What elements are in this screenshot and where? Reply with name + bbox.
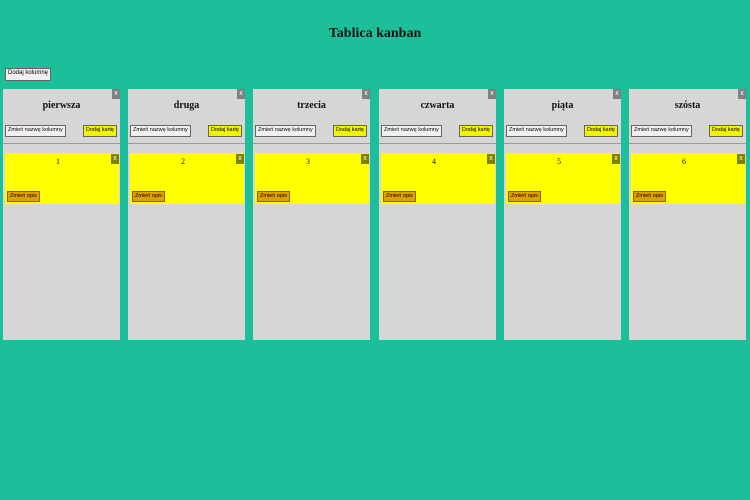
kanban-card: x 1 Zmień opis <box>5 153 119 204</box>
board-title: Tablica kanban <box>328 26 422 41</box>
card-close-button[interactable]: x <box>487 154 495 164</box>
kanban-column: x pierwsza Zmień nazwę kolumny Dodaj kar… <box>3 89 120 340</box>
kanban-card: x 3 Zmień opis <box>255 153 369 204</box>
edit-description-button[interactable]: Zmień opis <box>383 191 416 202</box>
rename-column-button[interactable]: Zmień nazwę kolumny <box>381 125 442 137</box>
card-text: 5 <box>557 157 561 166</box>
add-card-button[interactable]: Dodaj kartę <box>583 125 618 137</box>
edit-description-button[interactable]: Zmień opis <box>508 191 541 202</box>
edit-description-button[interactable]: Zmień opis <box>7 191 40 202</box>
kanban-column: x druga Zmień nazwę kolumny Dodaj kartę … <box>128 89 245 340</box>
edit-description-button[interactable]: Zmień opis <box>257 191 290 202</box>
column-title: pierwsza <box>42 100 81 111</box>
add-card-button[interactable]: Dodaj kartę <box>332 125 367 137</box>
column-divider <box>629 143 746 144</box>
column-title: piąta <box>551 100 574 111</box>
add-card-button[interactable]: Dodaj kartę <box>207 125 242 137</box>
card-text: 4 <box>432 157 436 166</box>
column-title: druga <box>173 100 200 111</box>
kanban-card: x 4 Zmień opis <box>381 153 495 204</box>
add-card-button[interactable]: Dodaj kartę <box>458 125 493 137</box>
rename-column-button[interactable]: Zmień nazwę kolumny <box>130 125 191 137</box>
card-text: 3 <box>306 157 310 166</box>
card-text: 6 <box>682 157 686 166</box>
column-close-button[interactable]: x <box>112 89 120 99</box>
column-close-button[interactable]: x <box>613 89 621 99</box>
add-column-button[interactable]: Dodaj kolumnę <box>5 68 52 81</box>
kanban-column: x czwarta Zmień nazwę kolumny Dodaj kart… <box>379 89 496 340</box>
column-close-button[interactable]: x <box>738 89 746 99</box>
column-title: trzecia <box>297 100 326 111</box>
kanban-card: x 5 Zmień opis <box>506 153 620 204</box>
column-close-button[interactable]: x <box>488 89 496 99</box>
add-card-button[interactable]: Dodaj kartę <box>708 125 743 137</box>
column-title: szósta <box>674 100 701 111</box>
card-close-button[interactable]: x <box>612 154 620 164</box>
rename-column-button[interactable]: Zmień nazwę kolumny <box>631 125 692 137</box>
column-close-button[interactable]: x <box>237 89 245 99</box>
column-divider <box>128 143 245 144</box>
card-close-button[interactable]: x <box>737 154 745 164</box>
edit-description-button[interactable]: Zmień opis <box>633 191 666 202</box>
kanban-card: x 2 Zmień opis <box>130 153 244 204</box>
add-card-button[interactable]: Dodaj kartę <box>82 125 117 137</box>
column-title: czwarta <box>420 100 455 111</box>
column-divider <box>379 143 496 144</box>
kanban-column: x szósta Zmień nazwę kolumny Dodaj kartę… <box>629 89 746 340</box>
card-close-button[interactable]: x <box>236 154 244 164</box>
edit-description-button[interactable]: Zmień opis <box>132 191 165 202</box>
rename-column-button[interactable]: Zmień nazwę kolumny <box>506 125 567 137</box>
rename-column-button[interactable]: Zmień nazwę kolumny <box>5 125 66 137</box>
column-close-button[interactable]: x <box>362 89 370 99</box>
card-close-button[interactable]: x <box>361 154 369 164</box>
column-divider <box>253 143 370 144</box>
rename-column-button[interactable]: Zmień nazwę kolumny <box>255 125 316 137</box>
card-text: 2 <box>181 157 185 166</box>
kanban-column: x trzecia Zmień nazwę kolumny Dodaj kart… <box>253 89 370 340</box>
card-text: 1 <box>56 157 60 166</box>
card-close-button[interactable]: x <box>111 154 119 164</box>
column-divider <box>504 143 621 144</box>
kanban-column: x piąta Zmień nazwę kolumny Dodaj kartę … <box>504 89 621 340</box>
column-divider <box>3 143 120 144</box>
kanban-card: x 6 Zmień opis <box>631 153 745 204</box>
